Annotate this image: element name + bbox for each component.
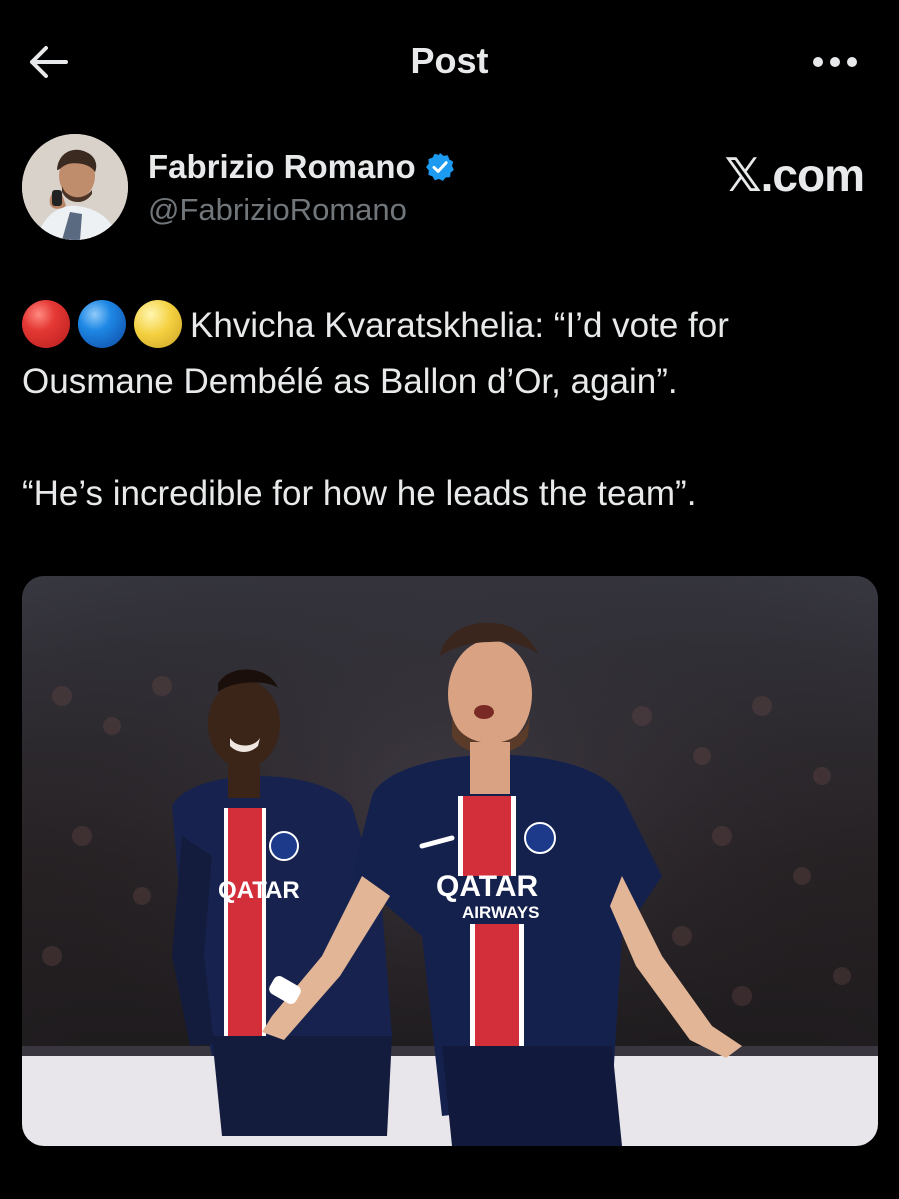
right-jersey-sponsor: QATAR: [436, 870, 539, 903]
paragraph-break: [22, 410, 872, 466]
post-text-quote-1: Khvicha Kvaratskhelia: “I’d vote for Ous…: [22, 306, 729, 401]
ellipsis-icon: [813, 57, 857, 67]
football-celebration-photo: QATAR QATAR AIRWAYS: [22, 576, 878, 1146]
right-jersey-sponsor-sub: AIRWAYS: [462, 903, 539, 922]
avatar[interactable]: [22, 134, 128, 240]
x-com-watermark: 𝕏.com: [724, 149, 865, 201]
post-text-quote-2: “He’s incredible for how he leads the te…: [22, 474, 697, 513]
author-handle[interactable]: @FabrizioRomano: [148, 192, 407, 228]
post-text-line-1: Khvicha Kvaratskhelia: “I’d vote for Ous…: [22, 298, 872, 410]
avatar-photo: [22, 134, 128, 240]
left-jersey-sponsor: QATAR: [218, 877, 300, 904]
post-text: Khvicha Kvaratskhelia: “I’d vote for Ous…: [22, 298, 872, 522]
red-circle-emoji: [22, 300, 70, 348]
post-image[interactable]: QATAR QATAR AIRWAYS: [22, 576, 878, 1146]
author-name-row[interactable]: Fabrizio Romano: [148, 148, 456, 186]
verified-badge-icon: [425, 153, 454, 181]
top-bar: Post: [0, 0, 899, 128]
author-name: Fabrizio Romano: [148, 148, 416, 185]
page-title: Post: [410, 40, 489, 81]
more-options-button[interactable]: [807, 44, 863, 80]
blue-circle-emoji: [78, 300, 126, 348]
yellow-moon-emoji: [134, 300, 182, 348]
post-author: Fabrizio Romano @FabrizioRomano 𝕏.com: [22, 134, 882, 244]
